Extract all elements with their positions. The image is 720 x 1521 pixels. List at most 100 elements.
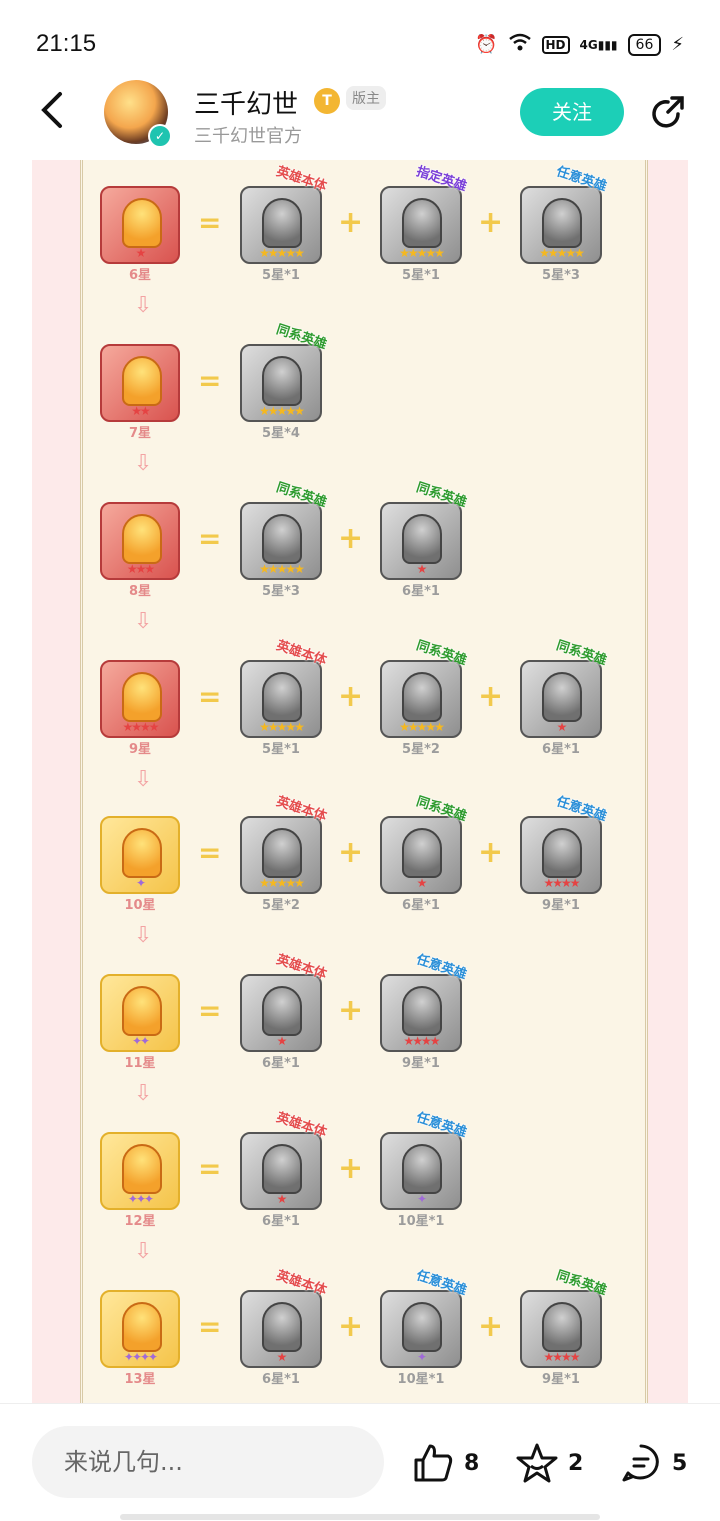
material-label: 10星*1 bbox=[397, 1214, 445, 1229]
share-icon bbox=[652, 96, 684, 128]
favorite-button[interactable]: 2 bbox=[516, 1442, 583, 1484]
follow-button[interactable]: 关注 bbox=[520, 88, 624, 136]
helmet-icon bbox=[122, 356, 162, 406]
down-arrow-icon: ⇩ bbox=[134, 609, 153, 634]
material-label: 6星*1 bbox=[262, 1372, 300, 1387]
material-label: 9星*1 bbox=[402, 1056, 440, 1071]
helmet-icon bbox=[262, 198, 302, 248]
material-stars: ★★★★★ bbox=[259, 562, 305, 576]
material-hero-card: ★★★★★ bbox=[520, 186, 602, 264]
result-star-label: 12星 bbox=[124, 1214, 156, 1229]
down-arrow-icon: ⇩ bbox=[134, 451, 153, 476]
result-star-label: 13星 bbox=[124, 1372, 156, 1387]
comment-icon bbox=[622, 1444, 659, 1482]
material-stars: ★★★★★ bbox=[399, 720, 445, 734]
share-button[interactable] bbox=[648, 94, 686, 132]
role-badge: 版主 bbox=[346, 86, 386, 110]
material-label: 5星*1 bbox=[262, 268, 300, 283]
helmet-icon bbox=[262, 514, 302, 564]
result-stars: ★ bbox=[135, 246, 147, 260]
material-label: 5星*4 bbox=[262, 426, 300, 441]
material-label: 6星*1 bbox=[542, 742, 580, 757]
level-badge: T bbox=[314, 88, 340, 114]
result-hero-card: ★★★ bbox=[100, 502, 180, 580]
material-stars: ★ bbox=[276, 1034, 288, 1048]
comment-input[interactable]: 来说几句... bbox=[32, 1426, 384, 1498]
upgrade-row: ✦✦✦✦ 13星 = ★ 英雄本体 6星*1 + ✦ 任意英雄 10星*1 + ★★★★ 同系英雄 9星*… bbox=[100, 1268, 660, 1387]
thumbs-up-icon bbox=[414, 1444, 453, 1482]
down-arrow-icon: ⇩ bbox=[134, 1239, 153, 1264]
result-hero-card: ✦✦✦✦ bbox=[100, 1290, 180, 1368]
material-label: 5星*2 bbox=[262, 898, 300, 913]
material-label: 9星*1 bbox=[542, 898, 580, 913]
chevron-left-icon bbox=[41, 92, 62, 128]
material-stars: ★ bbox=[276, 1192, 288, 1206]
equals-icon: = bbox=[198, 1152, 222, 1185]
upgrade-row: ✦✦✦ 12星 = ★ 英雄本体 6星*1 + ✦ 任意英雄 10星*1 bbox=[100, 1110, 660, 1229]
equals-icon: = bbox=[198, 1310, 222, 1343]
material-hero-card: ★★★★★ bbox=[240, 660, 322, 738]
author-name[interactable]: 三千幻世 bbox=[194, 84, 298, 121]
star-icon bbox=[516, 1443, 558, 1483]
material-hero-card: ★★★★ bbox=[520, 1290, 602, 1368]
bottom-bar: 来说几句... 8 2 5 bbox=[0, 1403, 720, 1521]
material-label: 6星*1 bbox=[262, 1214, 300, 1229]
result-stars: ★★ bbox=[131, 404, 151, 418]
plus-icon: + bbox=[338, 521, 364, 556]
material-hero-card: ★★★★ bbox=[380, 974, 462, 1052]
favorite-count: 2 bbox=[568, 1450, 584, 1476]
upgrade-row: ★ 6星 = ★★★★★ 英雄本体 5星*1 + ★★★★★ 指定英雄 5星*1 + ★★★★★ 任意英… bbox=[100, 164, 660, 283]
like-button[interactable]: 8 bbox=[412, 1442, 479, 1484]
result-hero-card: ✦ bbox=[100, 816, 180, 894]
result-star-label: 11星 bbox=[124, 1056, 156, 1071]
result-star-label: 9星 bbox=[128, 742, 152, 757]
result-stars: ★★★ bbox=[126, 562, 155, 576]
plus-icon: + bbox=[478, 679, 504, 714]
result-hero-card: ✦✦ bbox=[100, 974, 180, 1052]
helmet-icon bbox=[402, 1144, 442, 1194]
helmet-icon bbox=[262, 356, 302, 406]
equals-icon: = bbox=[198, 680, 222, 713]
result-star-label: 8星 bbox=[128, 584, 152, 599]
material-hero-card: ★ bbox=[520, 660, 602, 738]
plus-icon: + bbox=[478, 1309, 504, 1344]
material-stars: ★★★★★ bbox=[259, 404, 305, 418]
material-hero-card: ★★★★★ bbox=[240, 816, 322, 894]
down-arrow-icon: ⇩ bbox=[134, 923, 153, 948]
status-icons: ⏰ HD 4G▮▮▮ 66 ⚡ bbox=[475, 32, 684, 57]
down-arrow-icon: ⇩ bbox=[134, 767, 153, 792]
signal-icon: 4G▮▮▮ bbox=[579, 37, 618, 52]
helmet-icon bbox=[262, 1144, 302, 1194]
material-label: 6星*1 bbox=[262, 1056, 300, 1071]
material-stars: ★★★★ bbox=[543, 876, 580, 890]
material-hero-card: ★ bbox=[380, 502, 462, 580]
result-star-label: 6星 bbox=[128, 268, 152, 283]
helmet-icon bbox=[122, 672, 162, 722]
charging-icon: ⚡ bbox=[671, 34, 684, 55]
profile-header: ✓ 三千幻世 T 版主 三千幻世官方 关注 bbox=[0, 80, 720, 160]
verified-icon: ✓ bbox=[148, 124, 172, 148]
helmet-icon bbox=[402, 828, 442, 878]
helmet-icon bbox=[542, 672, 582, 722]
upgrade-row: ★★★★ 9星 = ★★★★★ 英雄本体 5星*1 + ★★★★★ 同系英雄 5星*2 + ★ 同系英雄… bbox=[100, 638, 660, 757]
material-label: 9星*1 bbox=[542, 1372, 580, 1387]
helmet-icon bbox=[262, 828, 302, 878]
wifi-icon bbox=[508, 32, 532, 57]
material-hero-card: ★ bbox=[240, 1132, 322, 1210]
result-stars: ✦✦ bbox=[131, 1034, 150, 1048]
material-stars: ★ bbox=[416, 876, 428, 890]
material-hero-card: ★★★★★ bbox=[380, 660, 462, 738]
result-star-label: 7星 bbox=[128, 426, 152, 441]
material-stars: ★★★★★ bbox=[539, 246, 585, 260]
equals-icon: = bbox=[198, 522, 222, 555]
helmet-icon bbox=[122, 1302, 162, 1352]
material-hero-card: ★ bbox=[380, 816, 462, 894]
material-stars: ✦ bbox=[416, 1350, 427, 1364]
plus-icon: + bbox=[338, 1309, 364, 1344]
hd-icon: HD bbox=[541, 35, 570, 54]
post-image[interactable]: ★ 6星 = ★★★★★ 英雄本体 5星*1 + ★★★★★ 指定英雄 5星*1 + ★★★★★ 任意英… bbox=[32, 160, 688, 1403]
material-hero-card: ★★★★★ bbox=[380, 186, 462, 264]
comments-button[interactable]: 5 bbox=[620, 1442, 687, 1484]
result-stars: ✦ bbox=[135, 876, 146, 890]
back-button[interactable] bbox=[36, 90, 76, 130]
